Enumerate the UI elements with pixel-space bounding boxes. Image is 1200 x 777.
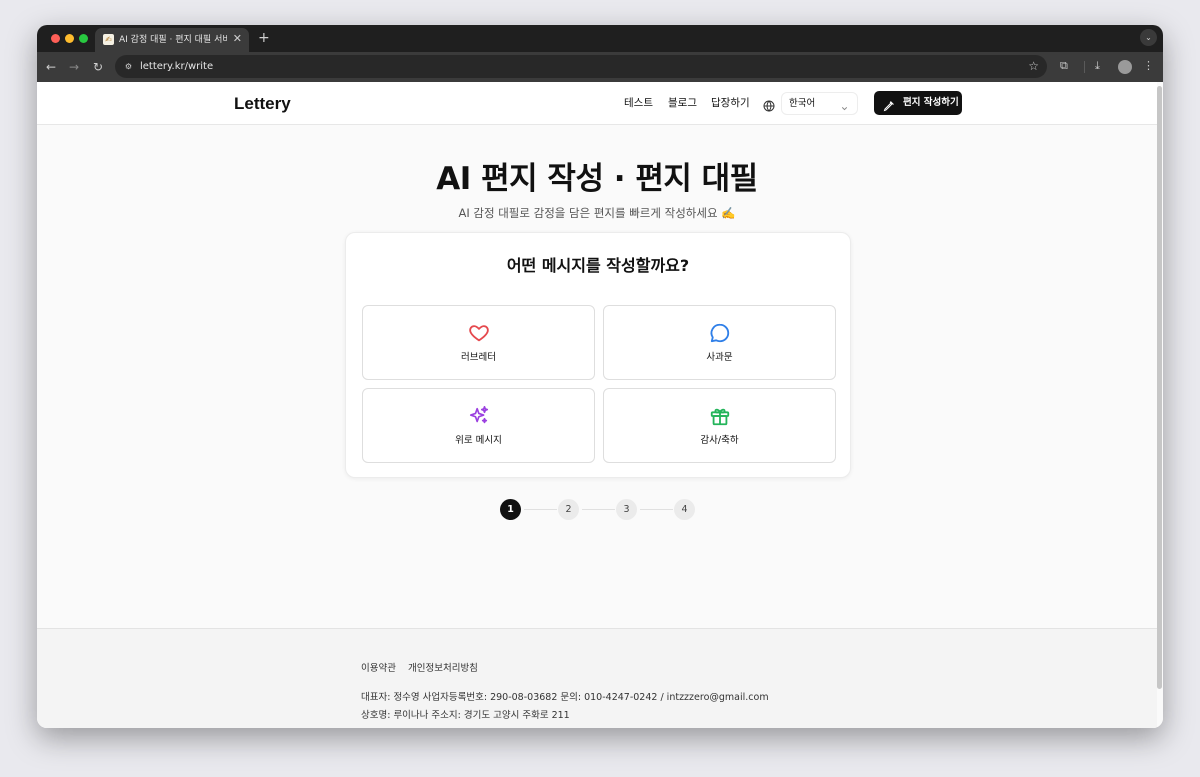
- browser-tab[interactable]: ✍ AI 감정 대필 · 편지 대필 서비스 - L ✕: [95, 28, 249, 52]
- write-letter-label: 편지 작성하기: [903, 97, 959, 108]
- reload-icon[interactable]: ↻: [93, 59, 103, 75]
- tab-title: AI 감정 대필 · 편지 대필 서비스 - L: [119, 35, 227, 45]
- nav-link-test[interactable]: 테스트: [624, 96, 653, 110]
- site-info-icon[interactable]: ⚙: [122, 60, 135, 73]
- nav-link-reply[interactable]: 답장하기: [711, 96, 750, 110]
- step-indicator: 1 2 3 4: [500, 499, 700, 521]
- step-2: 2: [558, 499, 579, 520]
- close-window-button[interactable]: [51, 34, 60, 43]
- download-icon[interactable]: ⤓: [1095, 58, 1100, 74]
- page-scrollbar[interactable]: [1157, 86, 1162, 689]
- nav-link-blog[interactable]: 블로그: [668, 96, 697, 110]
- back-arrow-icon[interactable]: ←: [46, 59, 56, 75]
- profile-avatar[interactable]: [1118, 60, 1132, 74]
- page-content: Lettery 테스트 블로그 답장하기 한국어 편지 작성하기 AI 편지 작…: [37, 82, 1163, 728]
- maximize-window-button[interactable]: [79, 34, 88, 43]
- close-tab-icon[interactable]: ✕: [233, 32, 242, 46]
- new-tab-icon[interactable]: +: [258, 30, 270, 46]
- tab-bar: ✍ AI 감정 대필 · 편지 대필 서비스 - L ✕ + ⌄: [37, 25, 1163, 52]
- browser-window: ✍ AI 감정 대필 · 편지 대필 서비스 - L ✕ + ⌄ ← → ↻ ⚙…: [37, 25, 1163, 728]
- page-subtitle: AI 감정 대필로 감정을 담은 편지를 빠르게 작성하세요 ✍️: [458, 206, 736, 220]
- option-love-letter[interactable]: 러브레터: [362, 305, 595, 380]
- card-question: 어떤 메시지를 작성할까요?: [506, 256, 690, 275]
- step-3: 3: [616, 499, 637, 520]
- message-type-card: 어떤 메시지를 작성할까요? 러브레터 사과문 위로 메시지 감사/축하: [345, 232, 851, 478]
- step-connector: [524, 509, 557, 510]
- toolbar-divider: [1084, 61, 1085, 73]
- gift-icon: [709, 405, 731, 427]
- logo[interactable]: Lettery: [234, 93, 291, 114]
- step-connector: [640, 509, 673, 510]
- business-address-line: 상호명: 루이나나 주소지: 경기도 고양시 주화로 211: [361, 710, 570, 721]
- sparkles-icon: [468, 405, 490, 427]
- option-comfort[interactable]: 위로 메시지: [362, 388, 595, 463]
- chat-bubble-icon: [709, 322, 731, 344]
- more-menu-icon[interactable]: ⋮: [1143, 58, 1154, 74]
- url-text[interactable]: lettery.kr/write: [140, 59, 213, 74]
- option-apology[interactable]: 사과문: [603, 305, 836, 380]
- pen-icon: [883, 97, 895, 116]
- footer-link-terms[interactable]: 이용약관: [361, 662, 396, 675]
- browser-toolbar: ← → ↻ ⚙ lettery.kr/write ☆ ⧉ ⤓ ⋮: [37, 52, 1163, 82]
- language-select[interactable]: 한국어: [781, 92, 858, 115]
- site-header: Lettery 테스트 블로그 답장하기 한국어 편지 작성하기: [37, 82, 1157, 125]
- footer-link-privacy[interactable]: 개인정보처리방침: [408, 662, 478, 675]
- heart-icon: [468, 322, 490, 344]
- globe-icon: [763, 97, 775, 116]
- chevron-down-icon: [840, 98, 849, 117]
- option-label: 러브레터: [461, 352, 496, 363]
- bookmark-star-icon[interactable]: ☆: [1028, 58, 1039, 74]
- option-label: 위로 메시지: [455, 435, 502, 446]
- option-label: 사과문: [706, 352, 733, 363]
- option-label: 감사/축하: [700, 435, 739, 446]
- business-info-line: 대표자: 정수영 사업자등록번호: 290-08-03682 문의: 010-4…: [361, 692, 769, 703]
- step-connector: [582, 509, 615, 510]
- favicon-icon: ✍: [103, 34, 114, 45]
- language-value: 한국어: [789, 98, 816, 109]
- extensions-icon[interactable]: ⧉: [1060, 58, 1068, 74]
- address-bar[interactable]: ⚙ lettery.kr/write ☆: [115, 55, 1047, 78]
- write-letter-button[interactable]: 편지 작성하기: [874, 91, 962, 115]
- step-1: 1: [500, 499, 521, 520]
- forward-arrow-icon[interactable]: →: [69, 59, 79, 75]
- step-4: 4: [674, 499, 695, 520]
- minimize-window-button[interactable]: [65, 34, 74, 43]
- option-thanks[interactable]: 감사/축하: [603, 388, 836, 463]
- page-title: AI 편지 작성 · 편지 대필: [436, 161, 758, 197]
- site-footer: 이용약관 개인정보처리방침 대표자: 정수영 사업자등록번호: 290-08-0…: [37, 628, 1157, 728]
- tab-search-icon[interactable]: ⌄: [1140, 29, 1157, 46]
